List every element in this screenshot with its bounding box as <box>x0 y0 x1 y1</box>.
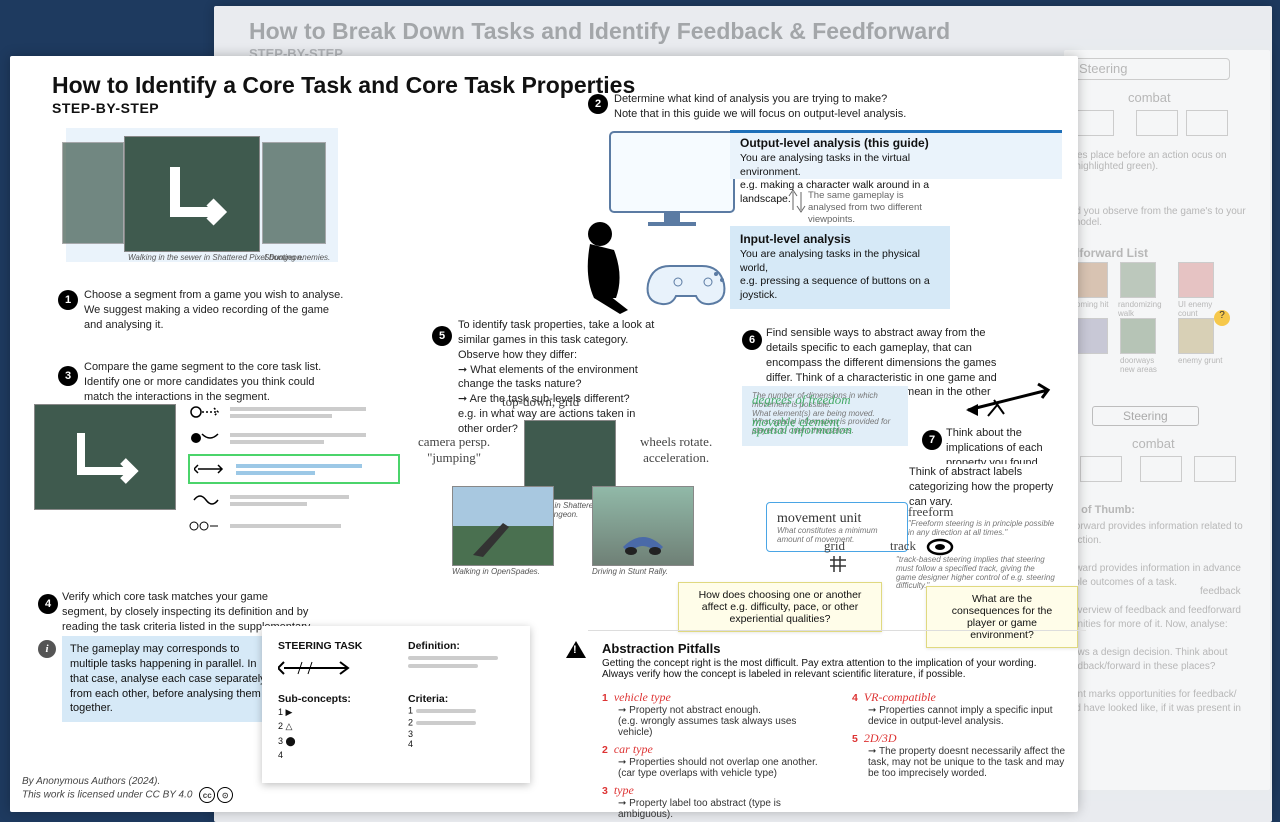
ff-label-1: coming hit <box>1072 300 1114 309</box>
pitfall-5: 52D/3D➞ The property doesnt necessarily … <box>852 731 1072 779</box>
steering-title: STEERING TASK <box>278 640 388 652</box>
warning-dot: ? <box>1214 310 1230 326</box>
cc-icons: cc⊙ <box>199 787 233 803</box>
thumb-driving <box>592 486 694 566</box>
step-2-text: Determine what kind of analysis you are … <box>614 92 934 122</box>
properties-card: degrees of freedom The number of dimensi… <box>742 386 908 446</box>
ff-thumb-5 <box>1120 318 1156 354</box>
step-3-text: Compare the game segment to the core tas… <box>84 360 324 405</box>
page-title: How to Identify a Core Task and Core Tas… <box>52 72 635 99</box>
game-screenshot-left <box>62 142 124 244</box>
step-5-text: To identify task properties, take a look… <box>458 318 658 437</box>
game-segment-thumb <box>34 404 176 510</box>
thumb-fps <box>452 486 554 566</box>
ff-label-2: randomizing walk <box>1118 300 1170 318</box>
tag-steering-2: Steering <box>1092 406 1199 426</box>
dof-icon <box>958 370 1058 426</box>
subconcepts-label: Sub-concepts: <box>278 693 388 705</box>
ffwd-list-title: dforward List <box>1072 246 1148 260</box>
back-title: How to Break Down Tasks and Identify Fee… <box>249 18 950 45</box>
grid-icon <box>828 554 848 574</box>
game-screenshot-right <box>262 142 326 244</box>
prop-spatial: spatial information <box>752 422 852 438</box>
caption-2: Shooting enemies. <box>264 253 330 262</box>
pitfall-1: 1vehicle type➞ Property not abstract eno… <box>602 690 822 738</box>
page-subtitle: STEP-BY-STEP <box>52 100 159 116</box>
label-freeform-sub: "Freeform steering is in principle possi… <box>908 520 1058 538</box>
label-track: track <box>890 538 916 554</box>
cc-icon: cc <box>199 787 215 803</box>
box-e <box>1140 456 1182 482</box>
step-6-badge: 6 <box>742 330 762 350</box>
input-title: Input-level analysis <box>740 232 940 246</box>
pitfalls-title: Abstraction Pitfalls <box>602 641 1072 656</box>
prop-dof: degrees of freedom <box>752 392 851 408</box>
canvas: How to Break Down Tasks and Identify Fee… <box>0 0 1280 822</box>
callout-difficulty: How does choosing one or another affect … <box>678 582 882 632</box>
attr-line-2: This work is licensed under CC BY 4.0 <box>22 790 192 801</box>
abstraction-pitfalls: Abstraction Pitfalls Getting the concept… <box>588 630 1086 822</box>
annot-wheels: wheels rotate. acceleration. <box>640 434 712 466</box>
annot-topdown: top-down, grid <box>502 394 579 410</box>
box-a <box>1072 110 1114 136</box>
input-analysis-box: Input-level analysis You are analysing t… <box>730 226 950 309</box>
feedback-label: feedback <box>1200 586 1241 597</box>
tag-combat-back: combat <box>1128 90 1171 105</box>
definition-label: Definition: <box>408 640 508 652</box>
step-1-text: Choose a segment from a game you wish to… <box>84 288 344 333</box>
label-freeform: freeform <box>908 504 953 520</box>
steering-task-card: STEERING TASK Definition: Sub-concepts: … <box>262 626 530 783</box>
info-icon: i <box>38 640 56 658</box>
attribution: By Anonymous Authors (2024). This work i… <box>22 776 233 803</box>
task-list <box>188 402 400 536</box>
same-gameplay-note: The same gameplay is analysed from two d… <box>808 190 938 226</box>
movement-unit-label: movement unit <box>777 511 861 526</box>
step-5-badge: 5 <box>432 326 452 346</box>
front-sheet: How to Identify a Core Task and Core Tas… <box>10 56 1078 812</box>
steering-icon <box>278 656 358 680</box>
game-screenshot-main <box>124 136 260 252</box>
walk-arrow-icon <box>125 137 259 251</box>
annot-camera: camera persp. "jumping" <box>418 434 490 466</box>
box-c <box>1186 110 1228 136</box>
info-box: The gameplay may corresponds to multiple… <box>62 636 276 722</box>
box-f <box>1194 456 1236 482</box>
two-way-arrow-icon <box>788 186 806 216</box>
box-b <box>1136 110 1178 136</box>
note-1: kes place before an action ocus on (high… <box>1072 150 1252 172</box>
pitfall-4: 4VR-compatible➞ Properties cannot imply … <box>852 690 1072 727</box>
warning-icon <box>566 641 586 658</box>
ff-label-4: doorways new areas <box>1120 356 1172 374</box>
walk-arrow-icon-2 <box>35 405 175 509</box>
label-grid: grid <box>824 538 845 554</box>
pitfall-2: 2car type➞ Properties should not overlap… <box>602 742 822 779</box>
output-title: Output-level analysis (this guide) <box>740 136 940 150</box>
input-body: You are analysing tasks in the physical … <box>740 248 940 303</box>
by-icon: ⊙ <box>217 787 233 803</box>
step-1-badge: 1 <box>58 290 78 310</box>
criteria-label: Criteria: <box>408 693 508 705</box>
illustration-person <box>570 126 740 316</box>
ff-thumb-3 <box>1178 262 1214 298</box>
step-4-badge: 4 <box>38 594 58 614</box>
thumb-body: forward provides information related to … <box>1072 520 1252 716</box>
caption-5: Driving in Stunt Rally. <box>592 567 668 576</box>
pitfall-3: 3type➞ Property label too abstract (type… <box>602 783 822 820</box>
ff-thumb-2 <box>1120 262 1156 298</box>
thumb-title: s of Thumb: <box>1072 504 1135 516</box>
step-7-badge: 7 <box>922 430 942 450</box>
ff-thumb-6 <box>1178 318 1214 354</box>
tag-combat-2: combat <box>1132 436 1175 451</box>
box-d <box>1080 456 1122 482</box>
step-2-badge: 2 <box>588 94 608 114</box>
caption-4: Walking in OpenSpades. <box>452 567 540 576</box>
step-3-badge: 3 <box>58 366 78 386</box>
tag-steering-back: Steering <box>1072 58 1230 80</box>
note-2: rd you observe from the game's to your m… <box>1072 206 1252 228</box>
ff-label-5: enemy grunt <box>1178 356 1230 365</box>
pitfalls-intro: Getting the concept right is the most di… <box>602 658 1072 680</box>
attr-line-1: By Anonymous Authors (2024). <box>22 776 160 787</box>
